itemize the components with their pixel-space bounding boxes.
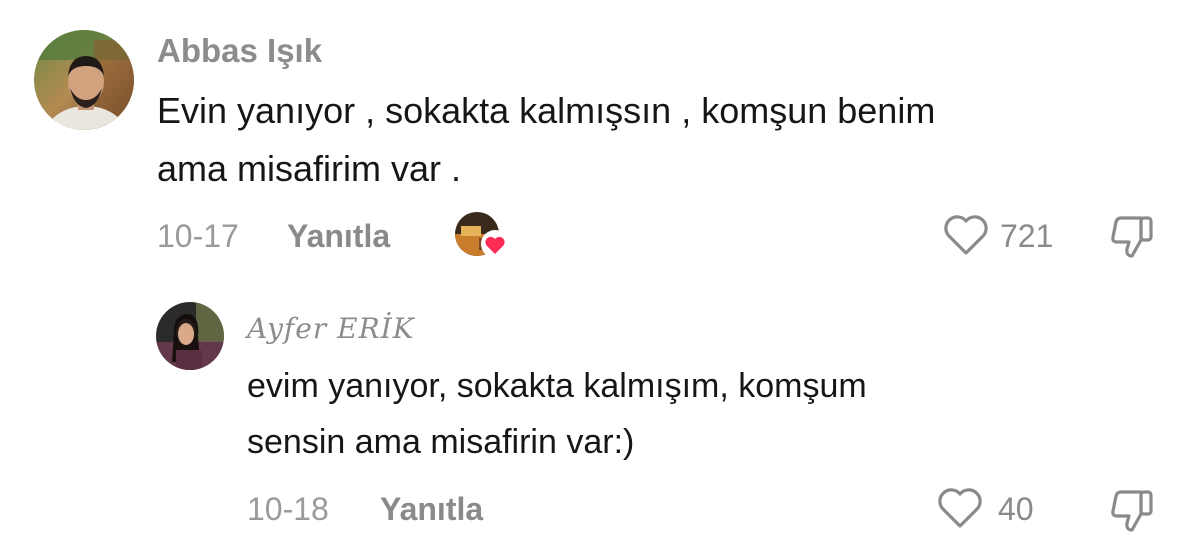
red-heart-icon xyxy=(481,230,509,258)
creator-liked-badge xyxy=(455,212,511,260)
comment-text-line: ama misafirim var . xyxy=(157,148,462,189)
reply-button[interactable]: Yanıtla xyxy=(287,218,390,255)
comment-text: evim yanıyor, sokakta kalmışım, komşum s… xyxy=(247,358,867,470)
avatar[interactable] xyxy=(156,302,224,370)
comment-text-line: Evin yanıyor , sokakta kalmışsın , komşu… xyxy=(157,90,936,131)
thumbs-down-outline-icon xyxy=(1111,216,1153,258)
reply-button[interactable]: Yanıtla xyxy=(380,491,483,528)
heart-outline-icon xyxy=(938,488,982,528)
thumbs-down-outline-icon xyxy=(1111,490,1153,532)
dislike-button[interactable] xyxy=(1108,486,1158,534)
avatar[interactable] xyxy=(34,30,134,130)
comment-text-line: sensin ama misafirin var:) xyxy=(247,423,635,461)
comment-username[interactable]: Abbas Işık xyxy=(157,32,322,70)
comment-username[interactable]: Ayfer ERİK xyxy=(247,312,415,345)
comment-text: Evin yanıyor , sokakta kalmışsın , komşu… xyxy=(157,82,935,198)
comment-text-line: evim yanıyor, sokakta kalmışım, komşum xyxy=(247,367,867,405)
creator-avatar-icon xyxy=(455,212,509,258)
comment-date: 10-17 xyxy=(157,218,239,254)
comment-date: 10-18 xyxy=(247,491,329,527)
dislike-button[interactable] xyxy=(1108,212,1158,260)
like-count: 40 xyxy=(998,491,1034,527)
like-button[interactable] xyxy=(936,486,984,530)
like-count: 721 xyxy=(1000,218,1054,254)
like-button[interactable] xyxy=(942,213,990,257)
heart-outline-icon xyxy=(944,215,988,255)
